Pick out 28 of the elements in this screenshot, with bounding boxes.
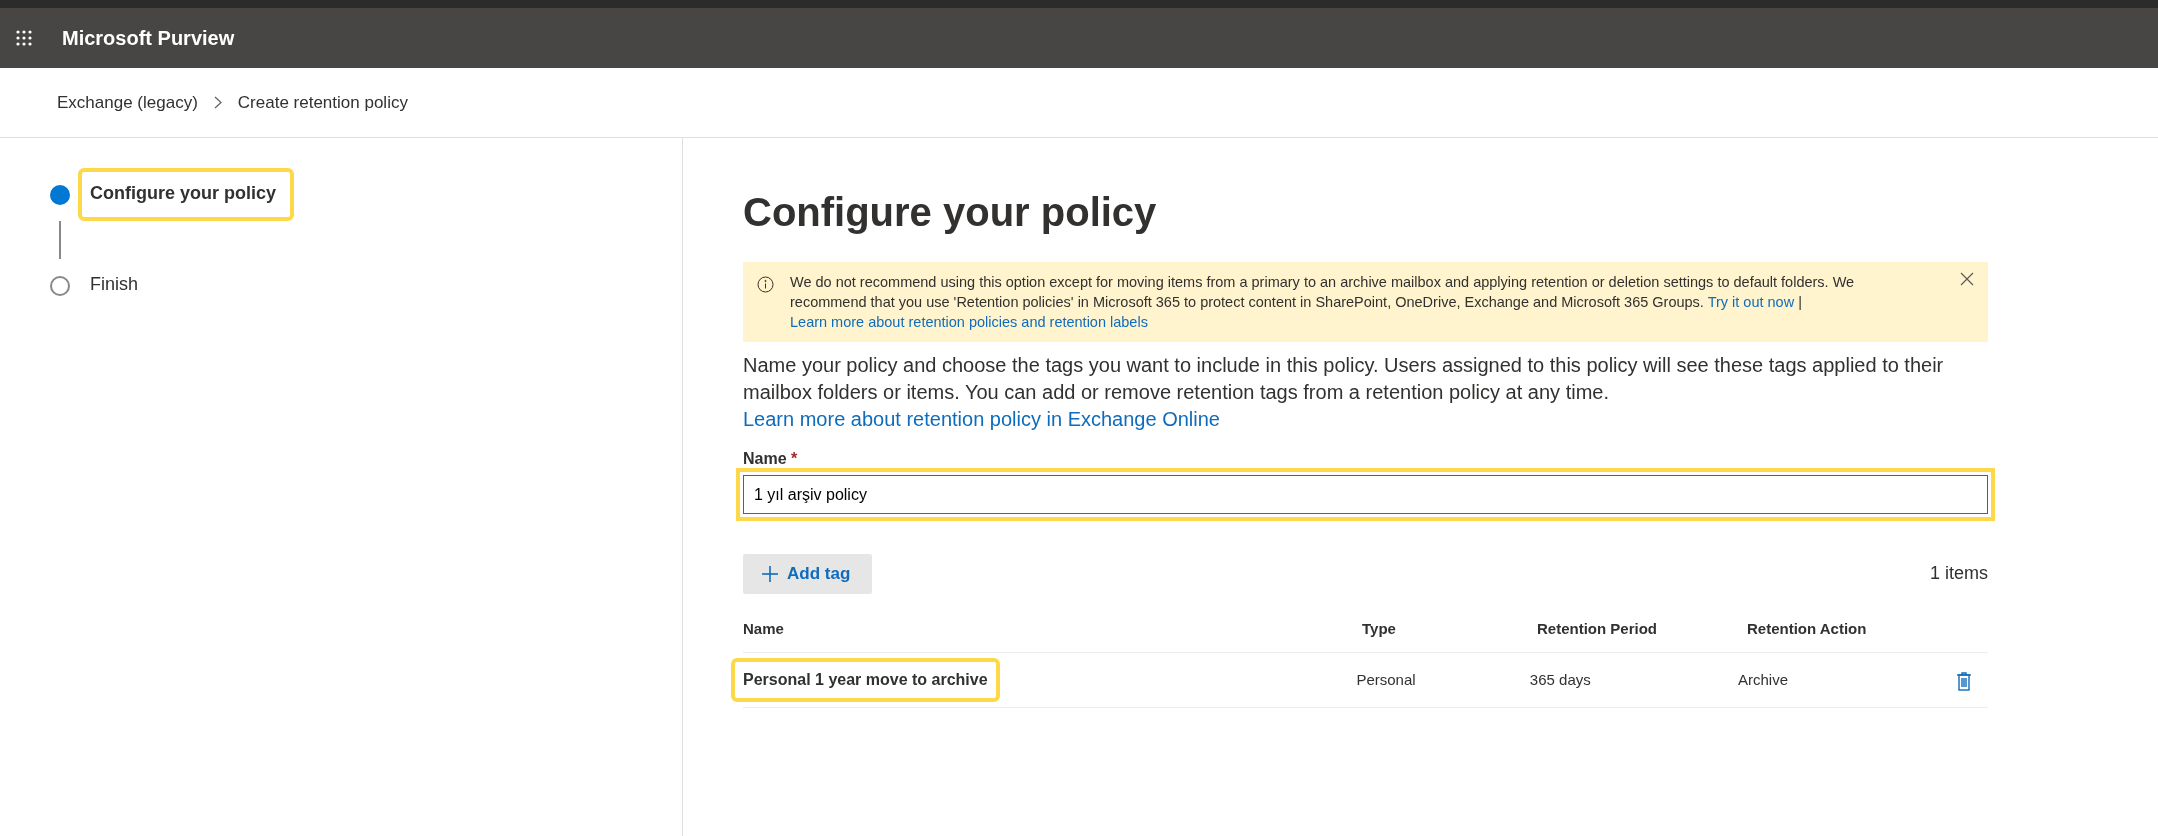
page-title: Configure your policy bbox=[743, 189, 1158, 236]
table-cell: Personal 1 year move to archive bbox=[743, 671, 988, 688]
app-launcher-icon[interactable] bbox=[16, 30, 32, 46]
table-cell: 365 days bbox=[1529, 670, 1591, 688]
app-title: Microsoft Purview bbox=[62, 26, 235, 51]
add-tag-button[interactable]: Add tag bbox=[743, 554, 873, 594]
name-label: Name * bbox=[743, 449, 799, 469]
learn-more-link[interactable]: Learn more about retention policies and retention labels bbox=[790, 314, 1148, 330]
description-text: Name your policy and choose the tags you want to include in this policy. Users assigned to this policy will see these tags applied to their mailbox folders or items. You can add or remove retention tags from a retention policy at any time. Learn more about retention policy in Exchange Online bbox=[743, 353, 1945, 432]
plus-icon bbox=[761, 564, 779, 583]
try-it-link[interactable]: Try it out now bbox=[1707, 294, 1795, 310]
column-header: Name bbox=[743, 618, 785, 639]
column-header: Retention Action bbox=[1747, 618, 1868, 639]
column-header: Retention Period bbox=[1537, 618, 1658, 639]
step-label[interactable]: Configure your policy bbox=[78, 168, 294, 221]
breadcrumb-item: Create retention policy bbox=[237, 91, 408, 114]
close-icon[interactable] bbox=[1960, 272, 1974, 286]
column-header: Type bbox=[1362, 618, 1397, 639]
learn-more-link[interactable]: Learn more about retention policy in Exchange Online bbox=[743, 408, 1220, 430]
delete-icon[interactable] bbox=[1956, 670, 1972, 691]
table-cell: Archive bbox=[1737, 670, 1788, 688]
table-cell: Personal bbox=[1356, 670, 1416, 688]
warning-message: We do not recommend using this option except for moving items from a primary to an archive mailbox and applying retention or deletion settings to default folders. We recommend that you use 'Retention policies' in Microsoft 365 to protect content in SharePoint, OneDrive, Exchange and Microsoft 365 Groups. Try it out now | Learn more about retention policies and retention labels bbox=[790, 273, 1856, 332]
step-label[interactable]: Finish bbox=[82, 263, 152, 308]
breadcrumb-item[interactable]: Exchange (legacy) bbox=[57, 89, 198, 116]
item-count: 1 items bbox=[1929, 562, 1988, 586]
chevron-icon bbox=[213, 96, 222, 109]
info-icon bbox=[757, 276, 774, 293]
